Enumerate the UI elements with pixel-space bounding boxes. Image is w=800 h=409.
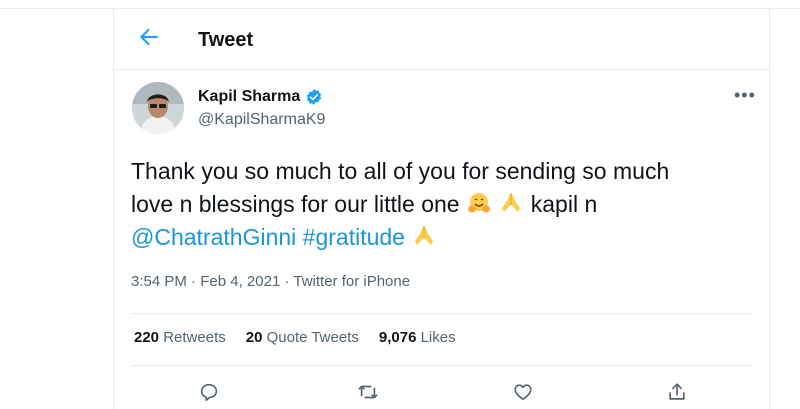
author-handle[interactable]: @KapilSharmaK9 [198, 111, 325, 129]
page-title: Tweet [198, 29, 254, 51]
verified-badge-icon [307, 89, 322, 105]
hashtag-link[interactable]: #gratitude [303, 224, 405, 250]
tweet-stats: 220 Retweets 20 Quote Tweets 9,076 Likes [134, 329, 456, 346]
tweet-header: Tweet [114, 9, 769, 70]
meta-separator: · [284, 273, 290, 290]
tweet-source[interactable]: Twitter for iPhone [293, 273, 410, 290]
more-options-icon[interactable]: ••• [734, 85, 756, 106]
tweet-meta: 3:54 PM · Feb 4, 2021 · Twitter for iPho… [131, 273, 410, 290]
arrow-left-icon [139, 28, 158, 46]
back-button[interactable] [136, 24, 162, 50]
tweet-time[interactable]: 3:54 PM [131, 273, 187, 290]
tweet-panel: Tweet Kapil Sharma @KapilSharmaK9 ••• Th… [113, 9, 770, 409]
likes-count: 9,076 [378, 329, 417, 346]
quote-tweets-stat[interactable]: 20 Quote Tweets [246, 329, 359, 346]
quote-tweets-label: Quote Tweets [266, 329, 359, 346]
divider [131, 365, 752, 366]
meta-separator: · [191, 273, 197, 290]
avatar[interactable] [132, 82, 184, 134]
quote-tweets-count: 20 [245, 329, 263, 346]
tweet-line-2: love n blessings for our little one kapi… [131, 188, 751, 221]
tweet-actions [114, 381, 769, 405]
tweet-line-2-suffix: kapil n [530, 191, 598, 217]
author-name-row: Kapil Sharma [198, 88, 323, 106]
retweets-label: Retweets [163, 329, 226, 346]
folded-hands-emoji [415, 226, 434, 245]
retweets-count: 220 [134, 329, 160, 346]
retweets-stat[interactable]: 220 Retweets [134, 329, 226, 346]
folded-hands-emoji [502, 193, 521, 212]
tweet-line-1: Thank you so much to all of you for send… [131, 158, 670, 184]
author-name[interactable]: Kapil Sharma [198, 88, 300, 106]
divider [131, 313, 752, 314]
likes-stat[interactable]: 9,076 Likes [379, 329, 456, 346]
profile-photo [132, 82, 184, 134]
tweet-date[interactable]: Feb 4, 2021 [200, 273, 280, 290]
tweet-line-2-text: love n blessings for our little one [131, 191, 460, 217]
likes-label: Likes [420, 329, 456, 346]
tweet-line-3: @ChatrathGinni #gratitude [131, 221, 751, 254]
hugging-face-emoji [467, 193, 490, 213]
mention-link[interactable]: @ChatrathGinni [131, 224, 296, 250]
tweet-text: Thank you so much to all of you for send… [131, 155, 751, 254]
